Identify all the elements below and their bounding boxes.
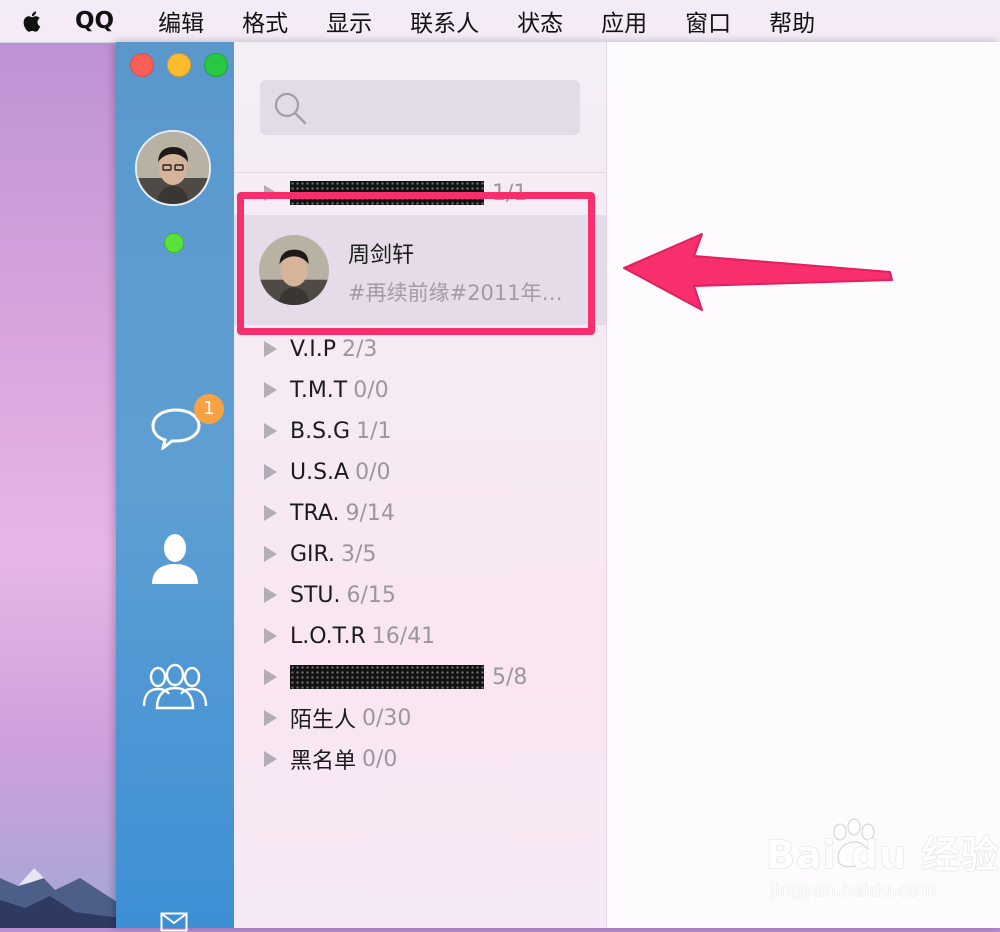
group-count: 0/30	[362, 705, 412, 731]
group-count: 0/0	[353, 377, 389, 403]
expand-triangle-icon	[264, 464, 277, 480]
menu-format[interactable]: 格式	[242, 4, 288, 38]
expand-triangle-icon	[264, 341, 277, 357]
expand-triangle-icon	[264, 546, 277, 562]
group-row-lotr[interactable]: L.O.T.R 16/41	[234, 616, 606, 656]
group-row-vip[interactable]: V.I.P 2/3	[234, 329, 606, 369]
expand-triangle-icon	[264, 669, 277, 685]
group-count: 0/0	[362, 746, 398, 772]
contact-icon[interactable]	[150, 532, 200, 584]
group-name: B.S.G	[290, 418, 351, 444]
menu-view[interactable]: 显示	[326, 4, 372, 38]
menu-bar: QQ 编辑 格式 显示 联系人 状态 应用 窗口 帮助	[0, 0, 1000, 43]
window-close-button[interactable]	[130, 53, 154, 77]
menu-status[interactable]: 状态	[517, 4, 563, 38]
window-minimize-button[interactable]	[167, 53, 191, 77]
baidu-jingyan-watermark: Bai du 经验 jingyan.baidu.com	[766, 818, 998, 908]
watermark-url: jingyan.baidu.com	[770, 880, 937, 901]
group-icon[interactable]	[142, 662, 208, 710]
search-icon	[274, 92, 307, 125]
menu-apps[interactable]: 应用	[601, 4, 647, 38]
qq-main-window: 1 1/1 周剑轩 #再续前缘#2011年… V.I.P 2/3 T.M.T 0…	[116, 42, 1000, 932]
group-row-strangers[interactable]: 陌生人 0/30	[234, 698, 606, 738]
group-count: 6/15	[346, 582, 396, 608]
group-name: STU.	[290, 582, 341, 608]
expand-triangle-icon	[264, 710, 277, 726]
expand-triangle-icon	[264, 751, 277, 767]
expand-triangle-icon	[264, 505, 277, 521]
unread-badge: 1	[194, 394, 224, 424]
watermark-logo-text: Bai du 经验	[766, 833, 1000, 877]
group-count: 0/0	[355, 459, 391, 485]
divider	[234, 172, 606, 173]
online-status-indicator[interactable]	[164, 233, 184, 253]
expand-triangle-icon	[264, 628, 277, 644]
expand-triangle-icon	[264, 423, 277, 439]
group-row-stu[interactable]: STU. 6/15	[234, 575, 606, 615]
mail-icon[interactable]	[160, 912, 188, 932]
group-name: T.M.T	[290, 377, 348, 403]
group-name: 黑名单	[290, 749, 357, 774]
search-box[interactable]	[260, 80, 580, 137]
group-name: GIR.	[290, 541, 336, 567]
group-row-tmt[interactable]: T.M.T 0/0	[234, 370, 606, 410]
avatar-photo-icon	[137, 132, 209, 204]
expand-triangle-icon	[264, 587, 277, 603]
group-count: 16/41	[371, 623, 436, 649]
group-count: 9/14	[345, 500, 395, 526]
group-count: 3/5	[341, 541, 377, 567]
group-row-redacted[interactable]: 5/8	[234, 657, 606, 697]
group-row-gir[interactable]: GIR. 3/5	[234, 534, 606, 574]
group-name: L.O.T.R	[290, 623, 366, 649]
group-row-blacklist[interactable]: 黑名单 0/0	[234, 739, 606, 779]
annotation-highlight-box	[237, 192, 595, 335]
group-row-tra[interactable]: TRA. 9/14	[234, 493, 606, 533]
menu-help[interactable]: 帮助	[769, 4, 815, 38]
group-row-usa[interactable]: U.S.A 0/0	[234, 452, 606, 492]
apple-icon[interactable]	[17, 6, 47, 36]
expand-triangle-icon	[264, 382, 277, 398]
menu-app-name[interactable]: QQ	[75, 8, 114, 34]
menu-contacts[interactable]: 联系人	[410, 4, 479, 38]
sidebar: 1	[116, 42, 234, 932]
window-zoom-button[interactable]	[204, 53, 228, 77]
my-avatar[interactable]	[135, 130, 211, 206]
desktop-mountains	[0, 868, 120, 928]
menu-edit[interactable]: 编辑	[158, 4, 204, 38]
group-row-bsg[interactable]: B.S.G 1/1	[234, 411, 606, 451]
group-name: TRA.	[290, 500, 340, 526]
group-count: 5/8	[492, 664, 528, 690]
group-name: U.S.A	[290, 459, 350, 485]
contact-list-pane: 1/1 周剑轩 #再续前缘#2011年… V.I.P 2/3 T.M.T 0/0…	[234, 42, 607, 928]
group-name: 陌生人	[290, 708, 357, 733]
redacted-group-name	[290, 665, 484, 689]
group-name: V.I.P	[290, 336, 336, 362]
group-count: 2/3	[341, 336, 378, 362]
menu-window[interactable]: 窗口	[685, 4, 731, 38]
group-count: 1/1	[356, 418, 392, 444]
search-input[interactable]	[316, 80, 570, 137]
annotation-arrow-icon	[623, 233, 893, 311]
